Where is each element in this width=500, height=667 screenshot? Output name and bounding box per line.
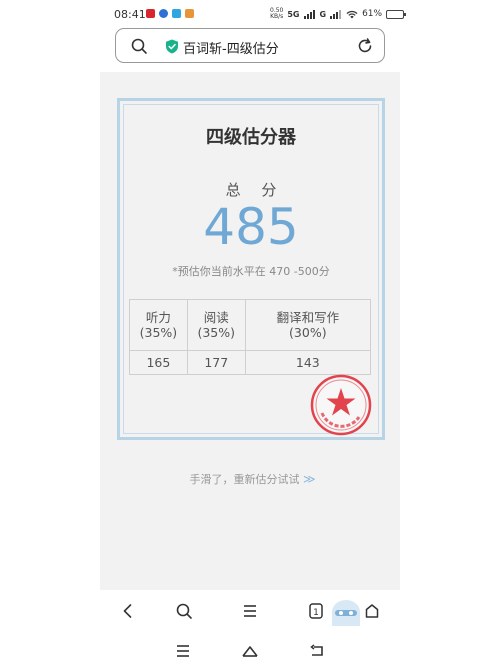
home-button[interactable] bbox=[362, 601, 382, 621]
table-row: 165 177 143 bbox=[129, 350, 372, 375]
mascot-overlay-icon[interactable] bbox=[328, 600, 364, 626]
tabs-button[interactable]: 1 bbox=[306, 601, 326, 621]
menu-icon bbox=[244, 605, 256, 617]
message-notification-icon bbox=[159, 9, 168, 18]
menu-button[interactable] bbox=[240, 601, 260, 621]
status-indicators: 0.50 KB/s 5G G 61% bbox=[270, 7, 407, 20]
address-bar[interactable]: 百词斩-四级估分 bbox=[115, 28, 385, 63]
signal-bars-icon bbox=[303, 9, 315, 19]
back-icon bbox=[310, 644, 323, 656]
total-label: 总 分 bbox=[225, 181, 285, 199]
table-header-row: 听力 (35%) 阅读 (35%) 翻译和写作 (30%) bbox=[129, 299, 372, 351]
battery-icon bbox=[386, 9, 407, 19]
translation-writing-score: 143 bbox=[244, 350, 372, 375]
tabs-icon: 1 bbox=[309, 603, 323, 619]
system-home-button[interactable] bbox=[240, 641, 260, 661]
reading-score: 177 bbox=[186, 350, 246, 375]
listening-score: 165 bbox=[129, 350, 188, 375]
home-icon bbox=[365, 604, 379, 618]
upload-notification-icon bbox=[185, 9, 194, 18]
status-bar: 08:41 0.50 KB/s 5G G 61% bbox=[0, 0, 500, 28]
section-score-table: 听力 (35%) 阅读 (35%) 翻译和写作 (30%) 165 177 143 bbox=[129, 299, 372, 375]
total-score: 485 bbox=[203, 198, 299, 256]
wifi-icon bbox=[346, 10, 358, 18]
signal-5g-icon: 5G bbox=[287, 9, 300, 19]
search-icon bbox=[176, 603, 192, 619]
battery-percent: 61% bbox=[362, 9, 383, 19]
chat-notification-icon bbox=[172, 9, 181, 18]
reading-header: 阅读 (35%) bbox=[186, 299, 246, 351]
status-time: 08:41 bbox=[114, 8, 146, 21]
app-notification-icon bbox=[146, 9, 155, 18]
retry-link[interactable]: 手滑了，重新估分试试 ≫ bbox=[117, 471, 385, 487]
card-title: 四级估分器 bbox=[206, 127, 296, 148]
network-speed: 0.50 KB/s bbox=[270, 7, 284, 20]
double-chevron-right-icon: ≫ bbox=[302, 472, 315, 486]
recent-apps-icon bbox=[177, 645, 189, 657]
recent-apps-button[interactable] bbox=[173, 641, 193, 661]
retry-label[interactable]: 手滑了，重新估分试试 bbox=[189, 473, 299, 486]
svg-text:1: 1 bbox=[313, 608, 319, 618]
page-title[interactable]: 百词斩-四级估分 bbox=[183, 38, 279, 57]
refresh-icon[interactable] bbox=[356, 37, 374, 55]
system-navigation-bar bbox=[0, 636, 500, 667]
system-back-button[interactable] bbox=[307, 641, 327, 661]
signal-g-icon: G bbox=[319, 9, 327, 19]
signal-bars-icon bbox=[330, 9, 342, 19]
estimate-text: *预估你当前水平在 470 -500分 bbox=[172, 265, 330, 278]
listening-header: 听力 (35%) bbox=[129, 299, 188, 351]
back-icon bbox=[123, 604, 132, 618]
seal-stamp-icon bbox=[310, 374, 372, 436]
notification-icons bbox=[146, 9, 194, 18]
search-button[interactable] bbox=[174, 601, 194, 621]
translation-writing-header: 翻译和写作 (30%) bbox=[244, 299, 372, 351]
back-button[interactable] bbox=[118, 601, 138, 621]
home-icon bbox=[242, 646, 258, 657]
shield-check-icon bbox=[166, 39, 178, 54]
search-icon[interactable] bbox=[130, 37, 148, 55]
